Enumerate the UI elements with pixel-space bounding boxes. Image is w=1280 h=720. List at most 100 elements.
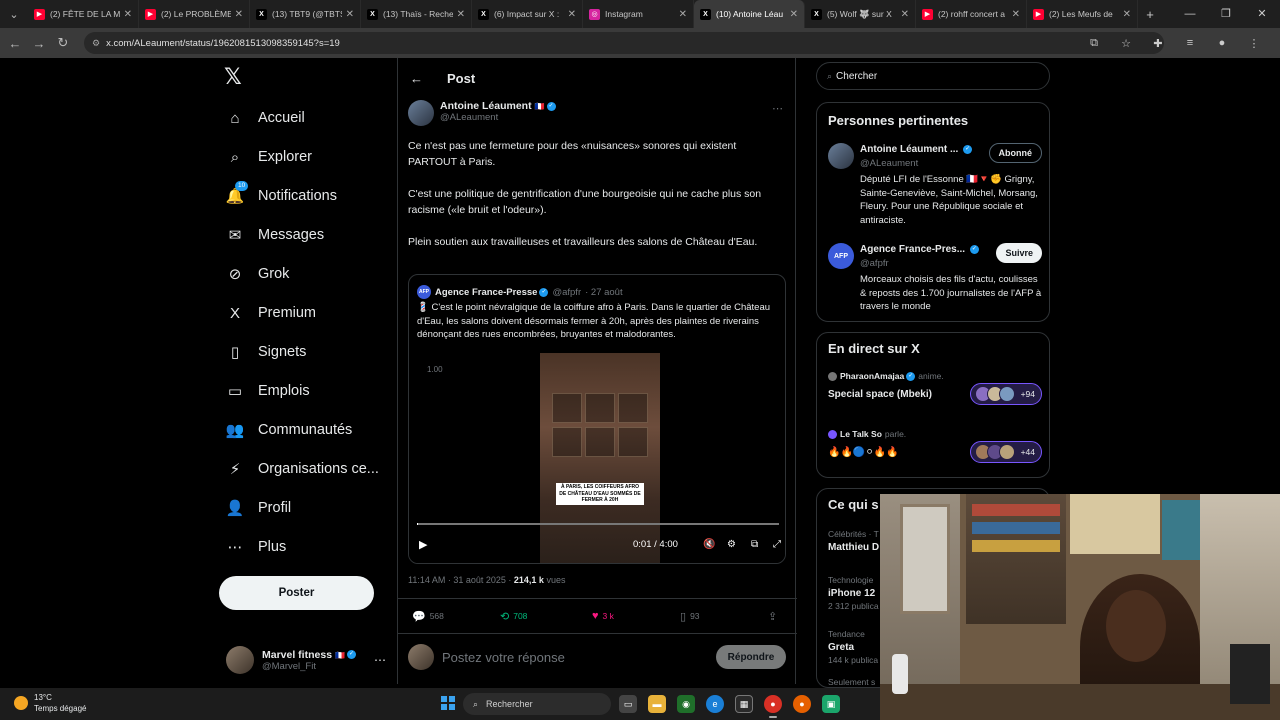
tab-close-icon[interactable]: ✕ <box>901 9 909 20</box>
bookmark-star-icon[interactable]: ☆ <box>1110 37 1142 50</box>
tab-close-icon[interactable]: ✕ <box>1012 9 1020 20</box>
x-logo-icon[interactable]: 𝕏 <box>224 64 242 90</box>
play-icon[interactable]: ▶ <box>419 538 427 551</box>
nvidia-icon[interactable]: ◉ <box>677 695 695 713</box>
nav-item-organizations[interactable]: ⚡ Organisations ce... <box>226 454 379 484</box>
post-button[interactable]: Poster <box>219 576 374 610</box>
extensions-icon[interactable]: ✚ <box>1142 37 1174 50</box>
mute-icon[interactable]: 🔇 <box>703 539 715 550</box>
forward-icon[interactable]: → <box>26 36 52 51</box>
follow-button[interactable]: Suivre <box>996 243 1042 263</box>
trend-item-4[interactable]: Seulement s <box>828 677 888 687</box>
post-author[interactable]: Antoine Léaument 🇫🇷 ✓ @ALeaument <box>408 100 556 126</box>
tab-close-icon[interactable]: ✕ <box>124 9 132 20</box>
back-arrow-icon[interactable]: ← <box>410 71 423 86</box>
trend-item-3[interactable]: Tendance Greta 144 k publica <box>828 629 888 665</box>
browser-tab[interactable]: ▶ (2) Les Meufs de ✕ <box>1027 0 1138 28</box>
browser-menu-icon[interactable]: ⋮ <box>1238 37 1270 50</box>
share-button[interactable]: ⇪ <box>768 610 781 623</box>
live-space-1[interactable]: PharaonAmajaa ✓ anime. Special space (Mbek… <box>828 371 1042 415</box>
video-player[interactable]: 1.00 À PARIS, LES COIFFEURS AFRO DE CHÂT… <box>409 347 785 563</box>
person-name[interactable]: Agence France-Pres... ✓ <box>860 244 979 255</box>
weather-widget[interactable]: 13°C Temps dégagé <box>14 692 86 714</box>
restore-icon[interactable]: ❐ <box>1208 0 1244 28</box>
nav-item-messages[interactable]: ✉ Messages <box>226 220 324 250</box>
live-space-2[interactable]: Le Talk So parle. 🔥🔥🔵⚪🔥🔥 +44 <box>828 429 1042 473</box>
person-avatar[interactable]: AFP <box>828 243 854 269</box>
file-explorer-icon[interactable]: ▬ <box>648 695 666 713</box>
reply-input[interactable]: Postez votre réponse <box>442 650 565 665</box>
picture-in-picture-icon[interactable]: ⧉ <box>751 539 758 550</box>
author-avatar[interactable] <box>408 100 434 126</box>
trend-item-2[interactable]: Technologie iPhone 12 2 312 publica <box>828 575 888 611</box>
windows-start-icon[interactable] <box>441 696 455 710</box>
settings-gear-icon[interactable]: ⚙ <box>727 539 736 550</box>
tab-close-icon[interactable]: ✕ <box>346 9 354 20</box>
tab-close-icon[interactable]: ✕ <box>679 9 687 20</box>
install-app-icon[interactable]: ⧉ <box>1078 37 1110 50</box>
fullscreen-icon[interactable]: ⤢ <box>773 539 781 550</box>
app-icon[interactable]: ▣ <box>822 695 840 713</box>
back-icon[interactable]: ← <box>2 36 28 51</box>
tab-close-icon[interactable]: ✕ <box>568 9 576 20</box>
video-progress-bar[interactable] <box>417 523 779 525</box>
quoted-post[interactable]: AFP Agence France-Presse ✓ @afpfr · 27 a… <box>408 274 786 564</box>
reload-icon[interactable]: ↻ <box>50 35 76 51</box>
task-view-icon[interactable]: ▭ <box>619 695 637 713</box>
author-handle[interactable]: @ALeaument <box>440 112 556 123</box>
site-info-icon[interactable]: ⚙ <box>92 38 100 49</box>
account-more-icon[interactable]: ⋯ <box>374 653 386 667</box>
nav-item-notifications[interactable]: 🔔 10 Notifications <box>226 181 337 211</box>
minimize-icon[interactable]: — <box>1172 0 1208 28</box>
account-switcher[interactable]: Marvel fitness 🇫🇷 ✓ @Marvel_Fit ⋯ <box>226 642 386 678</box>
taskbar-search[interactable]: ⌕ Rechercher <box>463 693 611 715</box>
browser-tab[interactable]: X (13) Thaïs - Reche ✕ <box>361 0 472 28</box>
browser-tab[interactable]: X (13) TBT9 (@TBTS ✕ <box>250 0 361 28</box>
firefox-icon[interactable]: ● <box>793 695 811 713</box>
author-name[interactable]: Antoine Léaument 🇫🇷 ✓ <box>440 100 556 112</box>
nav-item-premium[interactable]: X Premium <box>226 298 316 328</box>
repost-button[interactable]: ⟲ 708 <box>500 610 527 623</box>
person-name[interactable]: Antoine Léaument ... ✓ <box>860 144 973 155</box>
edge-icon[interactable]: e <box>706 695 724 713</box>
trend-item-1[interactable]: Célébrités · T Matthieu D <box>828 529 888 553</box>
relevant-person-1[interactable]: Antoine Léaument ... ✓ @ALeaument Abonné… <box>828 143 1042 226</box>
search-input[interactable]: ⌕ Chercher <box>816 62 1050 90</box>
nav-item-jobs[interactable]: ▭ Emplois <box>226 376 310 406</box>
tab-close-icon[interactable]: ✕ <box>235 9 243 20</box>
address-bar[interactable]: ⚙ x.com/ALeaument/status/196208151309835… <box>84 32 1164 54</box>
tab-search-menu-icon[interactable]: ⌄ <box>0 0 28 28</box>
nav-item-explore[interactable]: ⌕ Explorer <box>226 142 312 172</box>
browser-tab[interactable]: ▶ (2) rohff concert a ✕ <box>916 0 1027 28</box>
nav-item-home[interactable]: ⌂ Accueil <box>226 103 304 133</box>
person-avatar[interactable] <box>828 143 854 169</box>
bookmark-button[interactable]: ▯ 93 <box>680 610 700 623</box>
close-window-icon[interactable]: ✕ <box>1244 0 1280 28</box>
tab-close-icon[interactable]: ✕ <box>1123 9 1131 20</box>
reading-list-icon[interactable]: ≡ <box>1174 37 1206 49</box>
browser-tab[interactable]: X (10) Antoine Léau ✕ <box>694 0 805 28</box>
browser-tab[interactable]: ▶ (2) FÊTE DE LA MU ✕ <box>28 0 139 28</box>
nav-item-profile[interactable]: 👤 Profil <box>226 493 291 523</box>
nav-item-bookmarks[interactable]: ▯ Signets <box>226 337 307 367</box>
profile-icon[interactable]: ● <box>1206 37 1238 49</box>
like-button[interactable]: ♥ 3 k <box>592 610 614 622</box>
nav-item-more[interactable]: ⋯ Plus <box>226 532 287 562</box>
browser-tab[interactable]: ▶ (2) Le PROBLÈME ✕ <box>139 0 250 28</box>
following-button[interactable]: Abonné <box>988 143 1042 163</box>
tab-close-icon[interactable]: ✕ <box>790 9 798 20</box>
reply-submit-button[interactable]: Répondre <box>716 645 786 669</box>
trend-category: Célébrités · T <box>828 529 879 539</box>
browser-tab[interactable]: X (5) Wolf 🐺 sur X ✕ <box>805 0 916 28</box>
relevant-person-2[interactable]: AFP Agence France-Pres... ✓ @afpfr Suivr… <box>828 243 1042 313</box>
reply-button[interactable]: 💬 568 <box>412 610 444 623</box>
store-icon[interactable]: ▦ <box>735 695 753 713</box>
tab-close-icon[interactable]: ✕ <box>457 9 465 20</box>
post-more-icon[interactable]: ⋯ <box>772 102 783 115</box>
new-tab-button[interactable]: + <box>1138 7 1162 22</box>
browser-tab[interactable]: ◎ Instagram ✕ <box>583 0 694 28</box>
nav-item-grok[interactable]: ⊘ Grok <box>226 259 290 289</box>
chrome-icon[interactable]: ● <box>764 695 782 718</box>
nav-item-communities[interactable]: 👥 Communautés <box>226 415 353 445</box>
browser-tab[interactable]: X (6) Impact sur X : ✕ <box>472 0 583 28</box>
